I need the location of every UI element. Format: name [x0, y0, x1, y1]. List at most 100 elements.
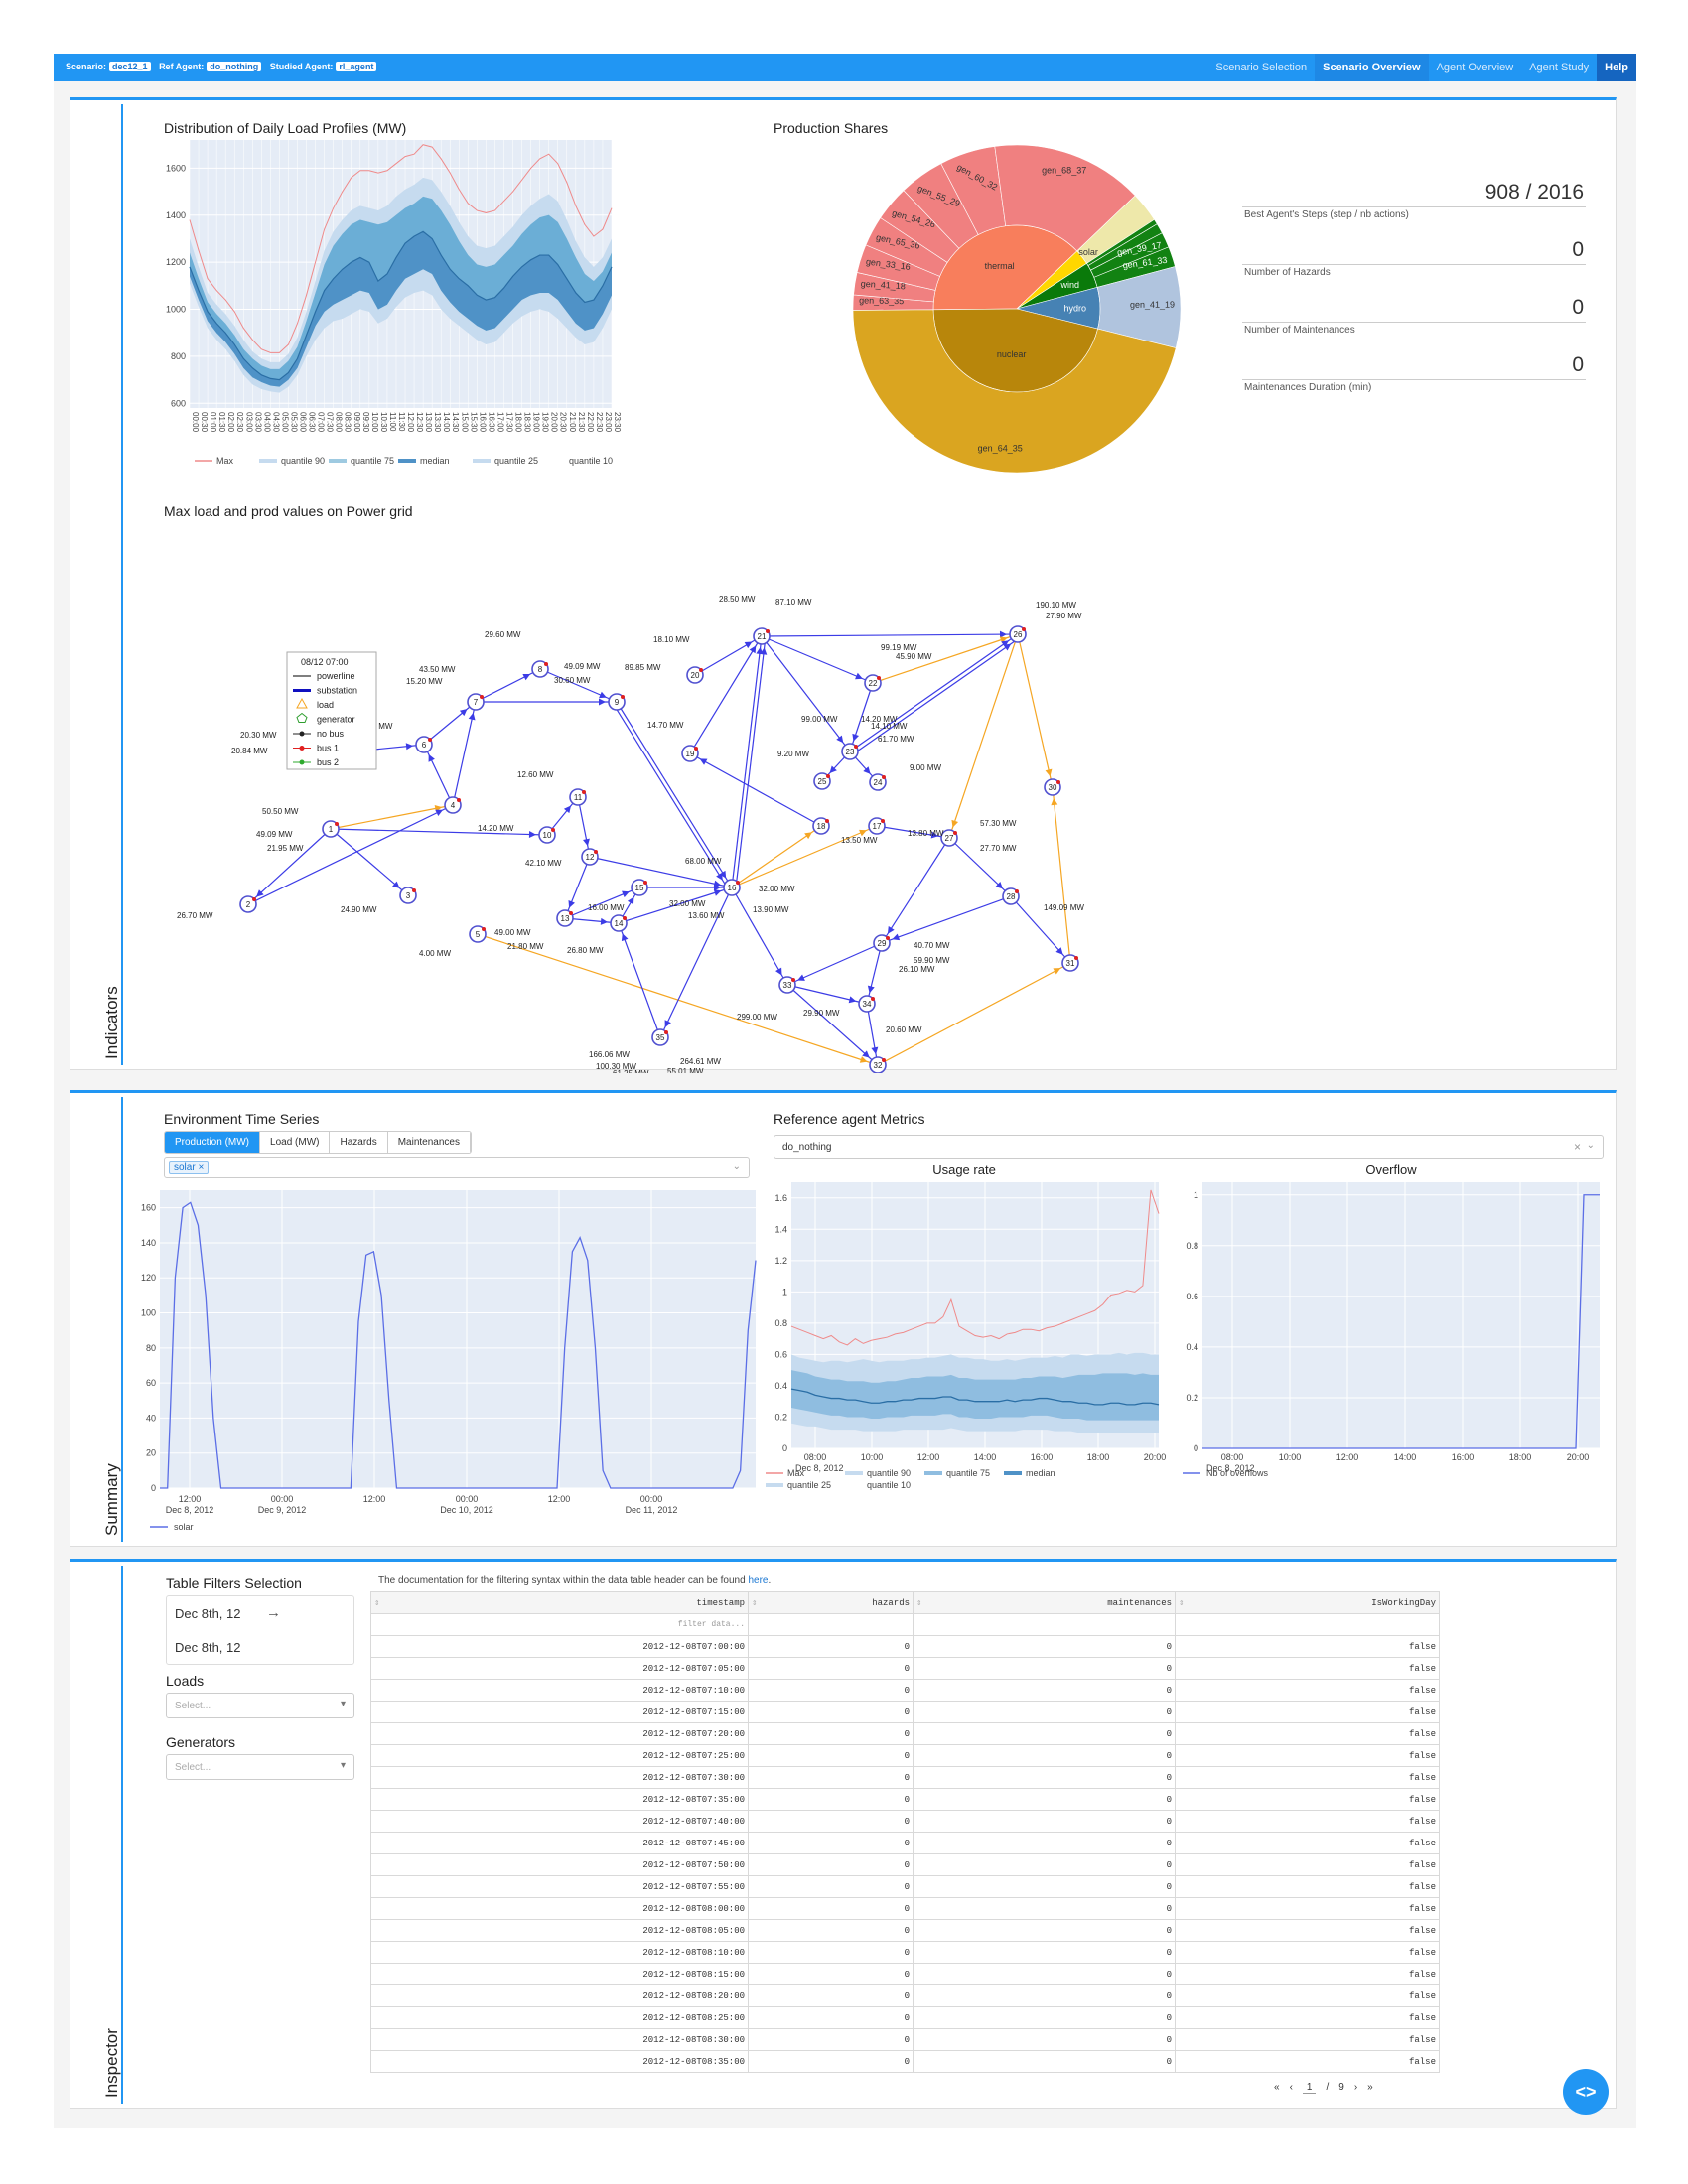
kpi-maintenances: 0 Number of Maintenances — [1242, 281, 1586, 336]
series-chip[interactable]: solar × — [169, 1161, 210, 1174]
table-row[interactable]: 2012-12-08T07:15:00 0 0 false — [370, 1701, 1440, 1723]
nav-scenario-selection[interactable]: Scenario Selection — [1207, 54, 1315, 81]
tab-hazards[interactable]: Hazards — [330, 1132, 388, 1153]
ref-agent-select[interactable]: do_nothing × ⌄ — [774, 1135, 1604, 1159]
flow-label: 26.80 MW — [567, 946, 604, 955]
table-row[interactable]: 2012-12-08T07:35:00 0 0 false — [370, 1788, 1440, 1811]
line-arrow — [951, 819, 959, 828]
date-end[interactable]: Dec 8th, 12 — [175, 1640, 241, 1655]
col-maintenances[interactable]: ⇕ maintenances — [913, 1591, 1176, 1614]
chip-remove-icon[interactable]: × — [198, 1162, 204, 1173]
col-timestamp[interactable]: ⇕ timestamp — [370, 1591, 749, 1614]
sort-icon[interactable]: ⇕ — [374, 1598, 379, 1608]
bus-dot — [1056, 780, 1060, 784]
tab-load[interactable]: Load (MW) — [260, 1132, 331, 1153]
nav-help[interactable]: Help — [1597, 54, 1636, 81]
x-tick-label: 18:00 — [1509, 1452, 1532, 1462]
table-cell-isworkingday: false — [1175, 1963, 1440, 1985]
table-cell-maintenances: 0 — [913, 1875, 1176, 1898]
nav-agent-overview[interactable]: Agent Overview — [1429, 54, 1522, 81]
tab-maintenances[interactable]: Maintenances — [387, 1132, 471, 1153]
sort-icon[interactable]: ⇕ — [1179, 1598, 1184, 1608]
table-row[interactable]: 2012-12-08T08:05:00 0 0 false — [370, 1919, 1440, 1942]
next-page-button[interactable]: › — [1354, 2082, 1357, 2094]
overflow-chart[interactable]: Overflow 0 0.2 0.4 0.6 0.8 1 08:00 10:00 12:00 14:… — [1173, 1160, 1610, 1548]
last-page-button[interactable]: » — [1367, 2082, 1373, 2094]
table-row[interactable]: 2012-12-08T08:30:00 0 0 false — [370, 2028, 1440, 2051]
power-grid-graph[interactable]: 0123456789101112131415161718192021222324… — [70, 100, 1262, 1073]
page-input[interactable]: 1 — [1302, 2082, 1317, 2094]
clear-icon[interactable]: × — [1574, 1140, 1581, 1154]
substation-label: 4 — [451, 801, 456, 810]
table-row[interactable]: 2012-12-08T08:15:00 0 0 false — [370, 1963, 1440, 1985]
table-row[interactable]: 2012-12-08T08:00:00 0 0 false — [370, 1897, 1440, 1920]
chevron-down-icon[interactable]: ⌄ — [733, 1161, 741, 1172]
table-cell-hazards: 0 — [748, 1722, 914, 1745]
generators-select[interactable]: Select... ▾ — [166, 1754, 354, 1780]
page-total: 9 — [1338, 2082, 1344, 2093]
substation-label: 18 — [817, 822, 826, 831]
table-row[interactable]: 2012-12-08T08:35:00 0 0 false — [370, 2050, 1440, 2073]
loads-select[interactable]: Select... ▾ — [166, 1693, 354, 1718]
table-row[interactable]: 2012-12-08T07:25:00 0 0 false — [370, 1744, 1440, 1767]
filter-timestamp[interactable]: filter data... — [370, 1613, 749, 1636]
usage-rate-chart[interactable]: Usage rate 0 0.2 0.4 0.6 0.8 1 1.2 1.4 1.6 08:00 10… — [756, 1160, 1173, 1548]
table-row[interactable]: 2012-12-08T07:20:00 0 0 false — [370, 1722, 1440, 1745]
sort-icon[interactable]: ⇕ — [752, 1598, 757, 1608]
table-row[interactable]: 2012-12-08T07:50:00 0 0 false — [370, 1853, 1440, 1876]
flow-label: 27.70 MW — [980, 844, 1017, 853]
kpi-hazards: 0 Number of Hazards — [1242, 223, 1586, 278]
sort-icon[interactable]: ⇕ — [916, 1598, 921, 1608]
first-page-button[interactable]: « — [1274, 2082, 1280, 2094]
flow-label: 20.30 MW — [240, 731, 277, 740]
table-cell-maintenances: 0 — [913, 2006, 1176, 2029]
legend-label: Max — [787, 1468, 805, 1478]
table-row[interactable]: 2012-12-08T08:25:00 0 0 false — [370, 2006, 1440, 2029]
nav-scenario-overview[interactable]: Scenario Overview — [1315, 54, 1429, 81]
flow-label: 49.00 MW — [494, 928, 531, 937]
chevron-down-icon[interactable]: ⌄ — [1587, 1140, 1595, 1151]
x-tick-label: 20:00 — [1567, 1452, 1590, 1462]
table-row[interactable]: 2012-12-08T08:10:00 0 0 false — [370, 1941, 1440, 1964]
doc-link[interactable]: here — [748, 1575, 768, 1586]
line-arrow — [852, 733, 860, 742]
substation-label: 20 — [691, 671, 700, 680]
tab-production[interactable]: Production (MW) — [165, 1132, 261, 1153]
filter-maintenances[interactable] — [913, 1613, 1176, 1636]
date-start[interactable]: Dec 8th, 12 — [175, 1606, 241, 1621]
prev-page-button[interactable]: ‹ — [1290, 2082, 1293, 2094]
table-row[interactable]: 2012-12-08T07:45:00 0 0 false — [370, 1832, 1440, 1854]
col-isworkingday[interactable]: ⇕ IsWorkingDay — [1175, 1591, 1440, 1614]
table-cell-timestamp: 2012-12-08T08:20:00 — [370, 1984, 749, 2007]
generators-placeholder: Select... — [175, 1762, 211, 1773]
bus-dot — [335, 822, 339, 826]
generators-label: Generators — [166, 1734, 236, 1750]
bus-dot — [699, 668, 703, 672]
ref-agent-label: Ref Agent: — [159, 62, 205, 71]
caret-down-icon[interactable]: ▾ — [341, 1699, 346, 1709]
substation-label: 3 — [406, 891, 411, 900]
table-row[interactable]: 2012-12-08T07:40:00 0 0 false — [370, 1810, 1440, 1833]
date-range-picker[interactable]: Dec 8th, 12 → Dec 8th, 12 — [166, 1595, 354, 1665]
table-row[interactable]: 2012-12-08T07:00:00 0 0 false — [370, 1635, 1440, 1658]
table-row[interactable]: 2012-12-08T07:30:00 0 0 false — [370, 1766, 1440, 1789]
table-row[interactable]: 2012-12-08T07:05:00 0 0 false — [370, 1657, 1440, 1680]
line-arrow — [749, 645, 757, 654]
flow-label: 55.01 MW — [667, 1067, 704, 1073]
env-series-select[interactable]: solar × ⌄ — [164, 1157, 750, 1178]
powerline — [761, 635, 874, 684]
table-cell-maintenances: 0 — [913, 1679, 1176, 1702]
studied-agent-label: Studied Agent: — [269, 62, 334, 71]
code-toggle-button[interactable]: <> — [1563, 2069, 1609, 2115]
x-tick-label: 12:00 — [1336, 1452, 1359, 1462]
caret-down-icon[interactable]: ▾ — [341, 1760, 346, 1771]
table-row[interactable]: 2012-12-08T07:55:00 0 0 false — [370, 1875, 1440, 1898]
filter-isworkingday[interactable] — [1175, 1613, 1440, 1636]
col-hazards[interactable]: ⇕ hazards — [748, 1591, 914, 1614]
nav-agent-study[interactable]: Agent Study — [1521, 54, 1597, 81]
filter-hazards[interactable] — [748, 1613, 914, 1636]
env-time-series-chart[interactable]: 02040608010012014016012:00Dec 8, 201200:… — [130, 1184, 766, 1542]
table-row[interactable]: 2012-12-08T08:20:00 0 0 false — [370, 1984, 1440, 2007]
table-row[interactable]: 2012-12-08T07:10:00 0 0 false — [370, 1679, 1440, 1702]
legend-label: solar — [174, 1522, 194, 1532]
